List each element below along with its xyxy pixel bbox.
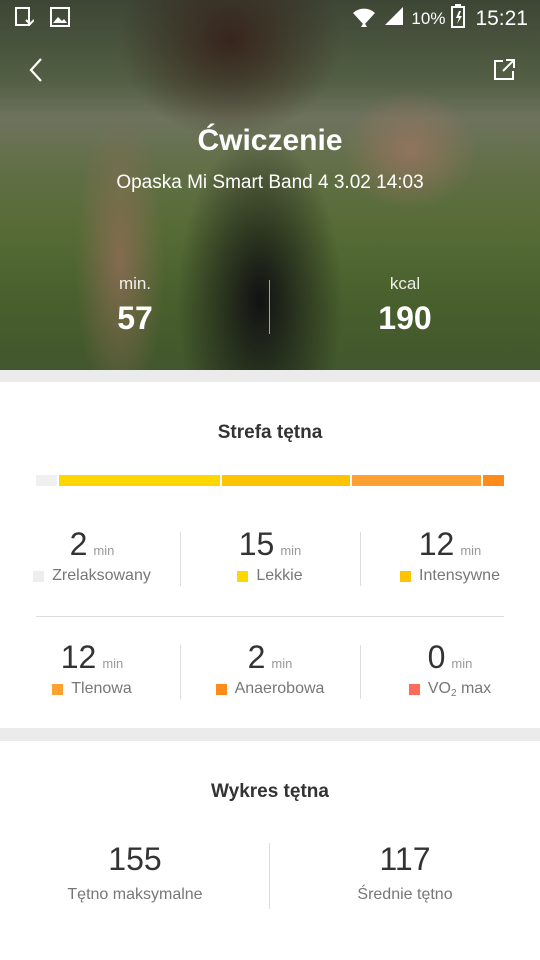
max-hr-label: Tętno maksymalne: [67, 886, 203, 903]
wifi-icon: [351, 5, 377, 32]
zone-unit: min: [451, 656, 473, 671]
calories-unit: kcal: [389, 274, 421, 293]
hr-zone-segment: [482, 475, 504, 486]
zone-swatch: [33, 570, 45, 582]
share-icon: [494, 59, 515, 80]
share-button[interactable]: [486, 52, 522, 88]
status-time: 15:21: [475, 6, 528, 30]
zone-value: 15: [238, 526, 275, 562]
hr-zone-title: Strefa tętna: [217, 422, 323, 443]
max-hr-value: 155: [108, 841, 162, 877]
zone-anaerobic: 2 min Anaerobowa: [192, 639, 348, 698]
workout-detail-screen: 10% 15:21 Ćwiczenie Opaska Mi Smart Band…: [0, 0, 540, 960]
zone-value: 12: [60, 639, 97, 675]
zone-divider: [360, 532, 361, 586]
hr-zone-segment: [221, 475, 351, 486]
zone-aerobic: 12 min Tlenowa: [14, 639, 170, 698]
zone-relaxed: 2 min Zrelaksowany: [14, 526, 170, 585]
zone-label: Anaerobowa: [234, 680, 325, 697]
zone-divider: [180, 645, 181, 699]
hr-zone-segment: [352, 475, 481, 486]
device-timestamp: Opaska Mi Smart Band 4 3.02 14:03: [116, 172, 424, 193]
zone-label: Zrelaksowany: [52, 567, 151, 584]
zone-light: 15 min Lekkie: [192, 526, 348, 585]
zone-divider: [360, 645, 361, 699]
duration-stat: min. 57: [0, 274, 270, 337]
download-notification-icon: [14, 6, 35, 33]
status-bar: 10% 15:21: [0, 0, 540, 36]
max-hr-stat: 155 Tętno maksymalne: [0, 841, 270, 904]
duration-value: 57: [117, 300, 153, 336]
zone-row-divider: [36, 616, 504, 617]
battery-icon: [451, 4, 466, 33]
zone-swatch: [408, 684, 420, 695]
avg-hr-value: 117: [379, 841, 431, 877]
page-title: Ćwiczenie: [197, 124, 343, 157]
zone-unit: min: [93, 543, 115, 558]
calories-stat: kcal 190: [270, 274, 540, 337]
zone-unit: min: [460, 543, 482, 558]
zone-swatch: [52, 683, 64, 695]
hr-chart-title: Wykres tętna: [211, 781, 329, 802]
avg-hr-label: Średnie tętno: [357, 886, 453, 903]
zone-vo2max: 0 min VO2 max: [372, 639, 528, 699]
zone-label: Tlenowa: [71, 680, 132, 697]
back-button[interactable]: [18, 52, 54, 88]
zone-label: Lekkie: [256, 567, 303, 584]
zone-value: 12: [418, 526, 455, 562]
signal-icon: [383, 5, 405, 32]
duration-unit: min.: [118, 274, 152, 293]
zone-swatch: [400, 570, 412, 582]
zone-unit: min: [271, 656, 293, 671]
hero-banner: 10% 15:21 Ćwiczenie Opaska Mi Smart Band…: [0, 0, 540, 370]
zone-label: Intensywne: [419, 567, 500, 584]
image-notification-icon: [50, 7, 70, 32]
hr-zone-bar: [36, 475, 504, 486]
hr-zone-segment: [36, 475, 58, 486]
zone-unit: min: [102, 656, 124, 671]
hr-zone-card: Strefa tętna 2 min Zrelaksowany 15 min Lek…: [0, 382, 540, 728]
chevron-left-icon: [29, 58, 42, 82]
zone-unit: min: [280, 543, 302, 558]
zone-divider: [180, 532, 181, 586]
zone-swatch: [215, 683, 227, 695]
zone-value: 0: [427, 639, 446, 675]
zone-value: 2: [69, 526, 88, 562]
zone-swatch: [237, 570, 249, 582]
zone-value: 2: [247, 639, 266, 675]
hr-chart-card[interactable]: Wykres tętna 155 Tętno maksymalne 117 Śr…: [0, 741, 540, 960]
zone-intensive: 12 min Intensywne: [372, 526, 528, 585]
calories-value: 190: [378, 300, 432, 336]
battery-percent: 10%: [411, 8, 446, 28]
avg-hr-stat: 117 Średnie tętno: [270, 841, 540, 904]
zone-label: VO2 max: [427, 680, 492, 699]
hr-zone-segment: [59, 475, 220, 486]
